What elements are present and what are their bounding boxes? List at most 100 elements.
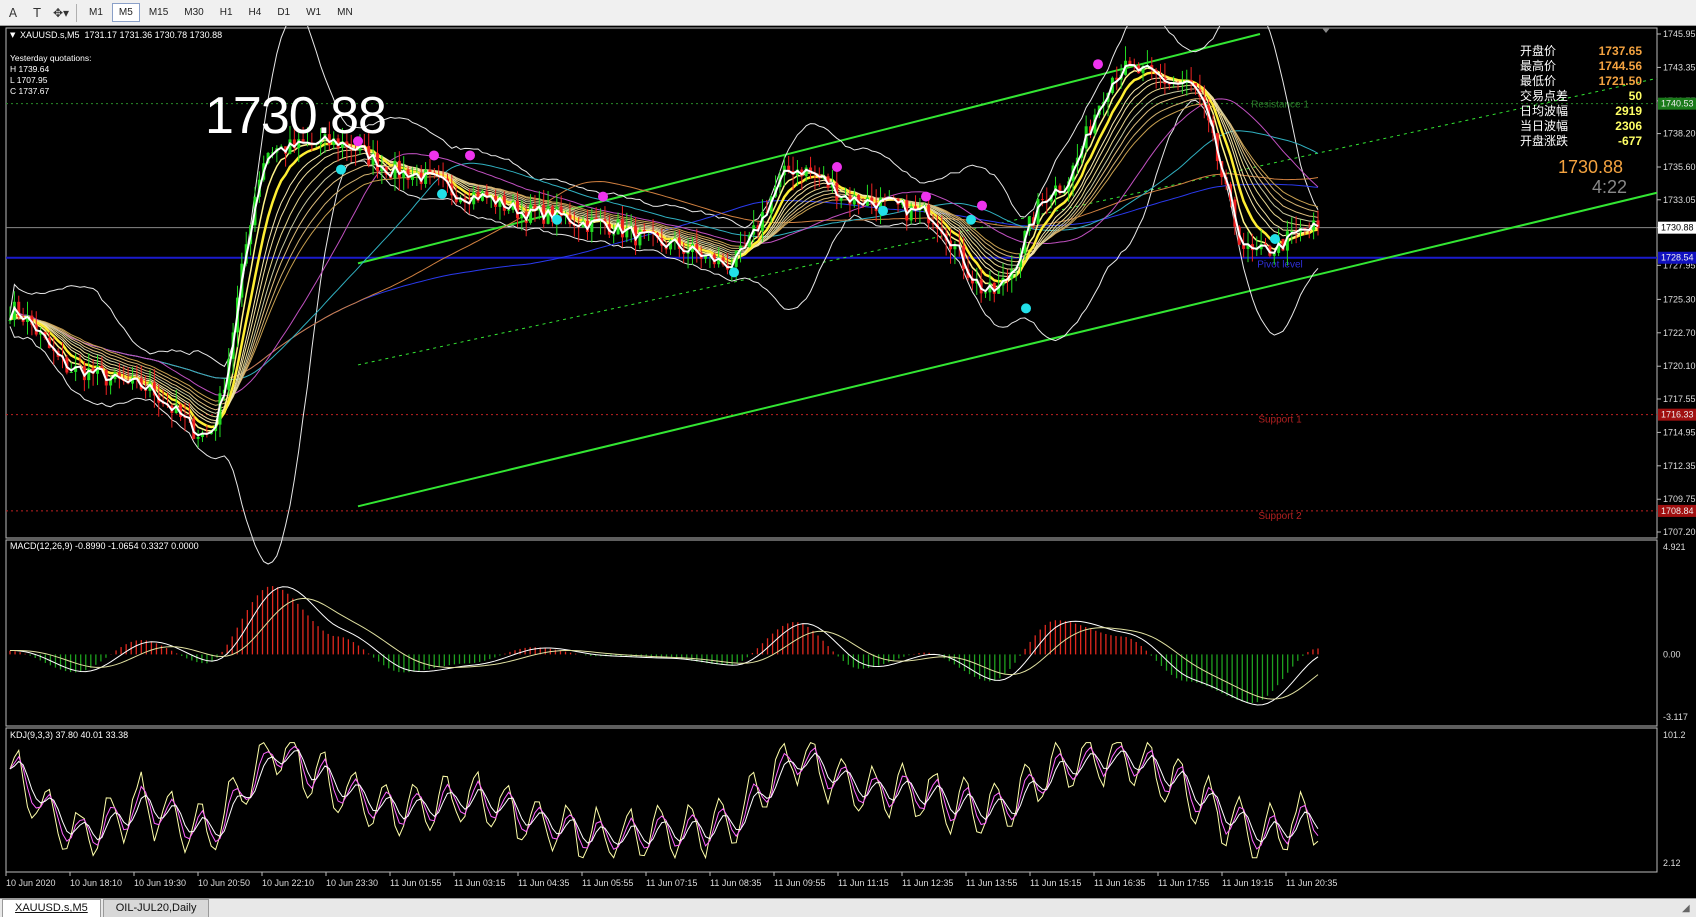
signal-dot-cyan (336, 164, 346, 175)
signal-dot-magenta (465, 150, 475, 161)
time-axis-label: 11 Jun 20:35 (1286, 878, 1337, 888)
bar-countdown: 4:22 (1592, 177, 1628, 197)
ema-fan-line (9, 103, 1319, 402)
signal-dot-cyan (878, 205, 888, 216)
channel-lower-line (357, 191, 1658, 508)
price-axis-label: 1735.60 (1663, 162, 1696, 172)
price-axis-label: 1720.10 (1663, 361, 1696, 371)
info-label: 交易点差 (1520, 89, 1569, 103)
timeframe-m5[interactable]: M5 (111, 3, 140, 22)
macd-axis-label: 0.00 (1663, 649, 1681, 659)
signal-dot-cyan (552, 214, 562, 225)
info-value: -677 (1617, 134, 1642, 148)
shapes-icon[interactable]: ✥▾ (50, 3, 72, 23)
info-value: 1744.56 (1598, 59, 1642, 73)
timeframe-w1[interactable]: W1 (299, 3, 328, 22)
crosshair-icon[interactable]: A (2, 3, 24, 23)
pivot-label: Pivot level (1257, 260, 1303, 271)
signal-dot-cyan (1270, 233, 1280, 244)
price-axis-label: 1717.55 (1663, 394, 1696, 404)
tab-oil[interactable]: OIL-JUL20,Daily (102, 899, 210, 917)
candle-body (507, 209, 511, 211)
time-axis-label: 11 Jun 07:15 (646, 878, 697, 888)
candle-body (196, 436, 200, 439)
candle-body (620, 219, 624, 238)
timeframe-m1[interactable]: M1 (82, 3, 110, 22)
level-tag-text-support2: 1708.84 (1661, 506, 1694, 516)
price-axis-label: 1743.35 (1663, 62, 1696, 72)
macd-axis-label: -3.117 (1663, 712, 1688, 722)
info-row: 日均波幅 2919 (1520, 104, 1642, 119)
signal-dot-cyan (729, 267, 739, 278)
level-tag-text-pivot: 1728.54 (1661, 253, 1694, 263)
time-axis-label: 11 Jun 12:35 (902, 878, 953, 888)
chart-tabs: XAUUSD.s,M5 OIL-JUL20,Daily ◢ (0, 898, 1696, 917)
signal-dot-magenta (598, 191, 608, 202)
info-row: 最低价 1721.50 (1520, 74, 1642, 89)
yesterday-high: H 1739.64 (10, 64, 50, 74)
timeframe-d1[interactable]: D1 (270, 3, 297, 22)
timeframe-mn[interactable]: MN (330, 3, 360, 22)
candle-body (8, 319, 12, 321)
time-axis-label: 10 Jun 18:10 (70, 878, 122, 888)
text-icon[interactable]: T (26, 3, 48, 23)
time-axis-label: 10 Jun 22:10 (262, 878, 314, 888)
kdj-header: KDJ(9,3,3) 37.80 40.01 33.38 (10, 730, 129, 740)
info-value: 1721.50 (1598, 74, 1642, 88)
macd-signal-line (9, 597, 1319, 700)
info-label: 最低价 (1520, 74, 1557, 88)
time-axis-label: 11 Jun 08:35 (710, 878, 761, 888)
info-row: 当日波幅 2306 (1520, 119, 1642, 134)
candle-body (69, 371, 73, 373)
level-tag-text-resistance: 1740.53 (1661, 99, 1694, 109)
timeframe-h4[interactable]: H4 (242, 3, 269, 22)
info-label: 当日波幅 (1520, 119, 1569, 133)
candle-body (1128, 60, 1132, 65)
price-axis-label: 1738.20 (1663, 129, 1696, 139)
info-row: 最高价 1744.56 (1520, 59, 1642, 74)
signal-dot-magenta (977, 200, 987, 211)
tab-xauusd[interactable]: XAUUSD.s,M5 (2, 899, 101, 917)
candle-body (612, 234, 616, 236)
yesterday-title: Yesterday quotations: (10, 53, 92, 63)
signal-dot-cyan (437, 189, 447, 200)
resize-grip-icon[interactable]: ◢ (1682, 903, 1694, 915)
time-axis-label: 10 Jun 20:50 (198, 878, 250, 888)
candle-body (397, 160, 401, 178)
time-axis-label: 10 Jun 23:30 (326, 878, 378, 888)
time-axis-label: 11 Jun 15:15 (1030, 878, 1081, 888)
kdj-k-line (9, 745, 1319, 850)
time-axis-label: 10 Jun 2020 (6, 878, 56, 888)
chart-area[interactable]: Resistance 1 Pivot level Support 1 Support … (0, 0, 1696, 898)
timeframe-m30[interactable]: M30 (177, 3, 210, 22)
kdj-axis-label: 2.12 (1663, 858, 1681, 868)
timeframe-h1[interactable]: H1 (213, 3, 240, 22)
candle-body (984, 292, 988, 294)
resistance-label: Resistance 1 (1251, 100, 1309, 111)
support1-label: Support 1 (1258, 415, 1302, 426)
big-price-label: 1730.88 (205, 87, 387, 145)
time-axis-label: 11 Jun 09:55 (774, 878, 825, 888)
chart-header-arrow-icon: ▼ (10, 31, 16, 39)
price-chart-svg[interactable]: Resistance 1 Pivot level Support 1 Support … (0, 0, 1696, 898)
macd-header: MACD(12,26,9) -0.8990 -1.0654 0.3327 0.0… (10, 541, 199, 551)
signal-dot-magenta (429, 150, 439, 161)
kdj-panel-frame (5, 727, 1658, 873)
bollinger-lower (9, 99, 1319, 565)
time-axis-label: 11 Jun 05:55 (582, 878, 633, 888)
price-axis-label: 1722.70 (1663, 328, 1696, 338)
signal-dot-magenta (921, 191, 931, 202)
yesterday-low: L 1707.95 (10, 75, 48, 85)
chart-toolbar: A T ✥▾ M1 M5 M15 M30 H1 H4 D1 W1 MN (0, 0, 1696, 26)
info-row: 开盘涨跌 -677 (1520, 134, 1642, 149)
chart-shift-marker-icon (1322, 28, 1330, 33)
time-axis-label: 11 Jun 03:15 (454, 878, 505, 888)
price-axis-label: 1707.20 (1663, 527, 1696, 537)
time-axis-label: 11 Jun 17:55 (1158, 878, 1209, 888)
timeframe-selector: M1 M5 M15 M30 H1 H4 D1 W1 MN (81, 3, 361, 22)
info-value: 1737.65 (1598, 44, 1642, 58)
timeframe-m15[interactable]: M15 (142, 3, 175, 22)
info-label: 开盘涨跌 (1520, 134, 1569, 148)
time-axis-label: 10 Jun 19:30 (134, 878, 186, 888)
ma-80-orange (9, 173, 1319, 379)
